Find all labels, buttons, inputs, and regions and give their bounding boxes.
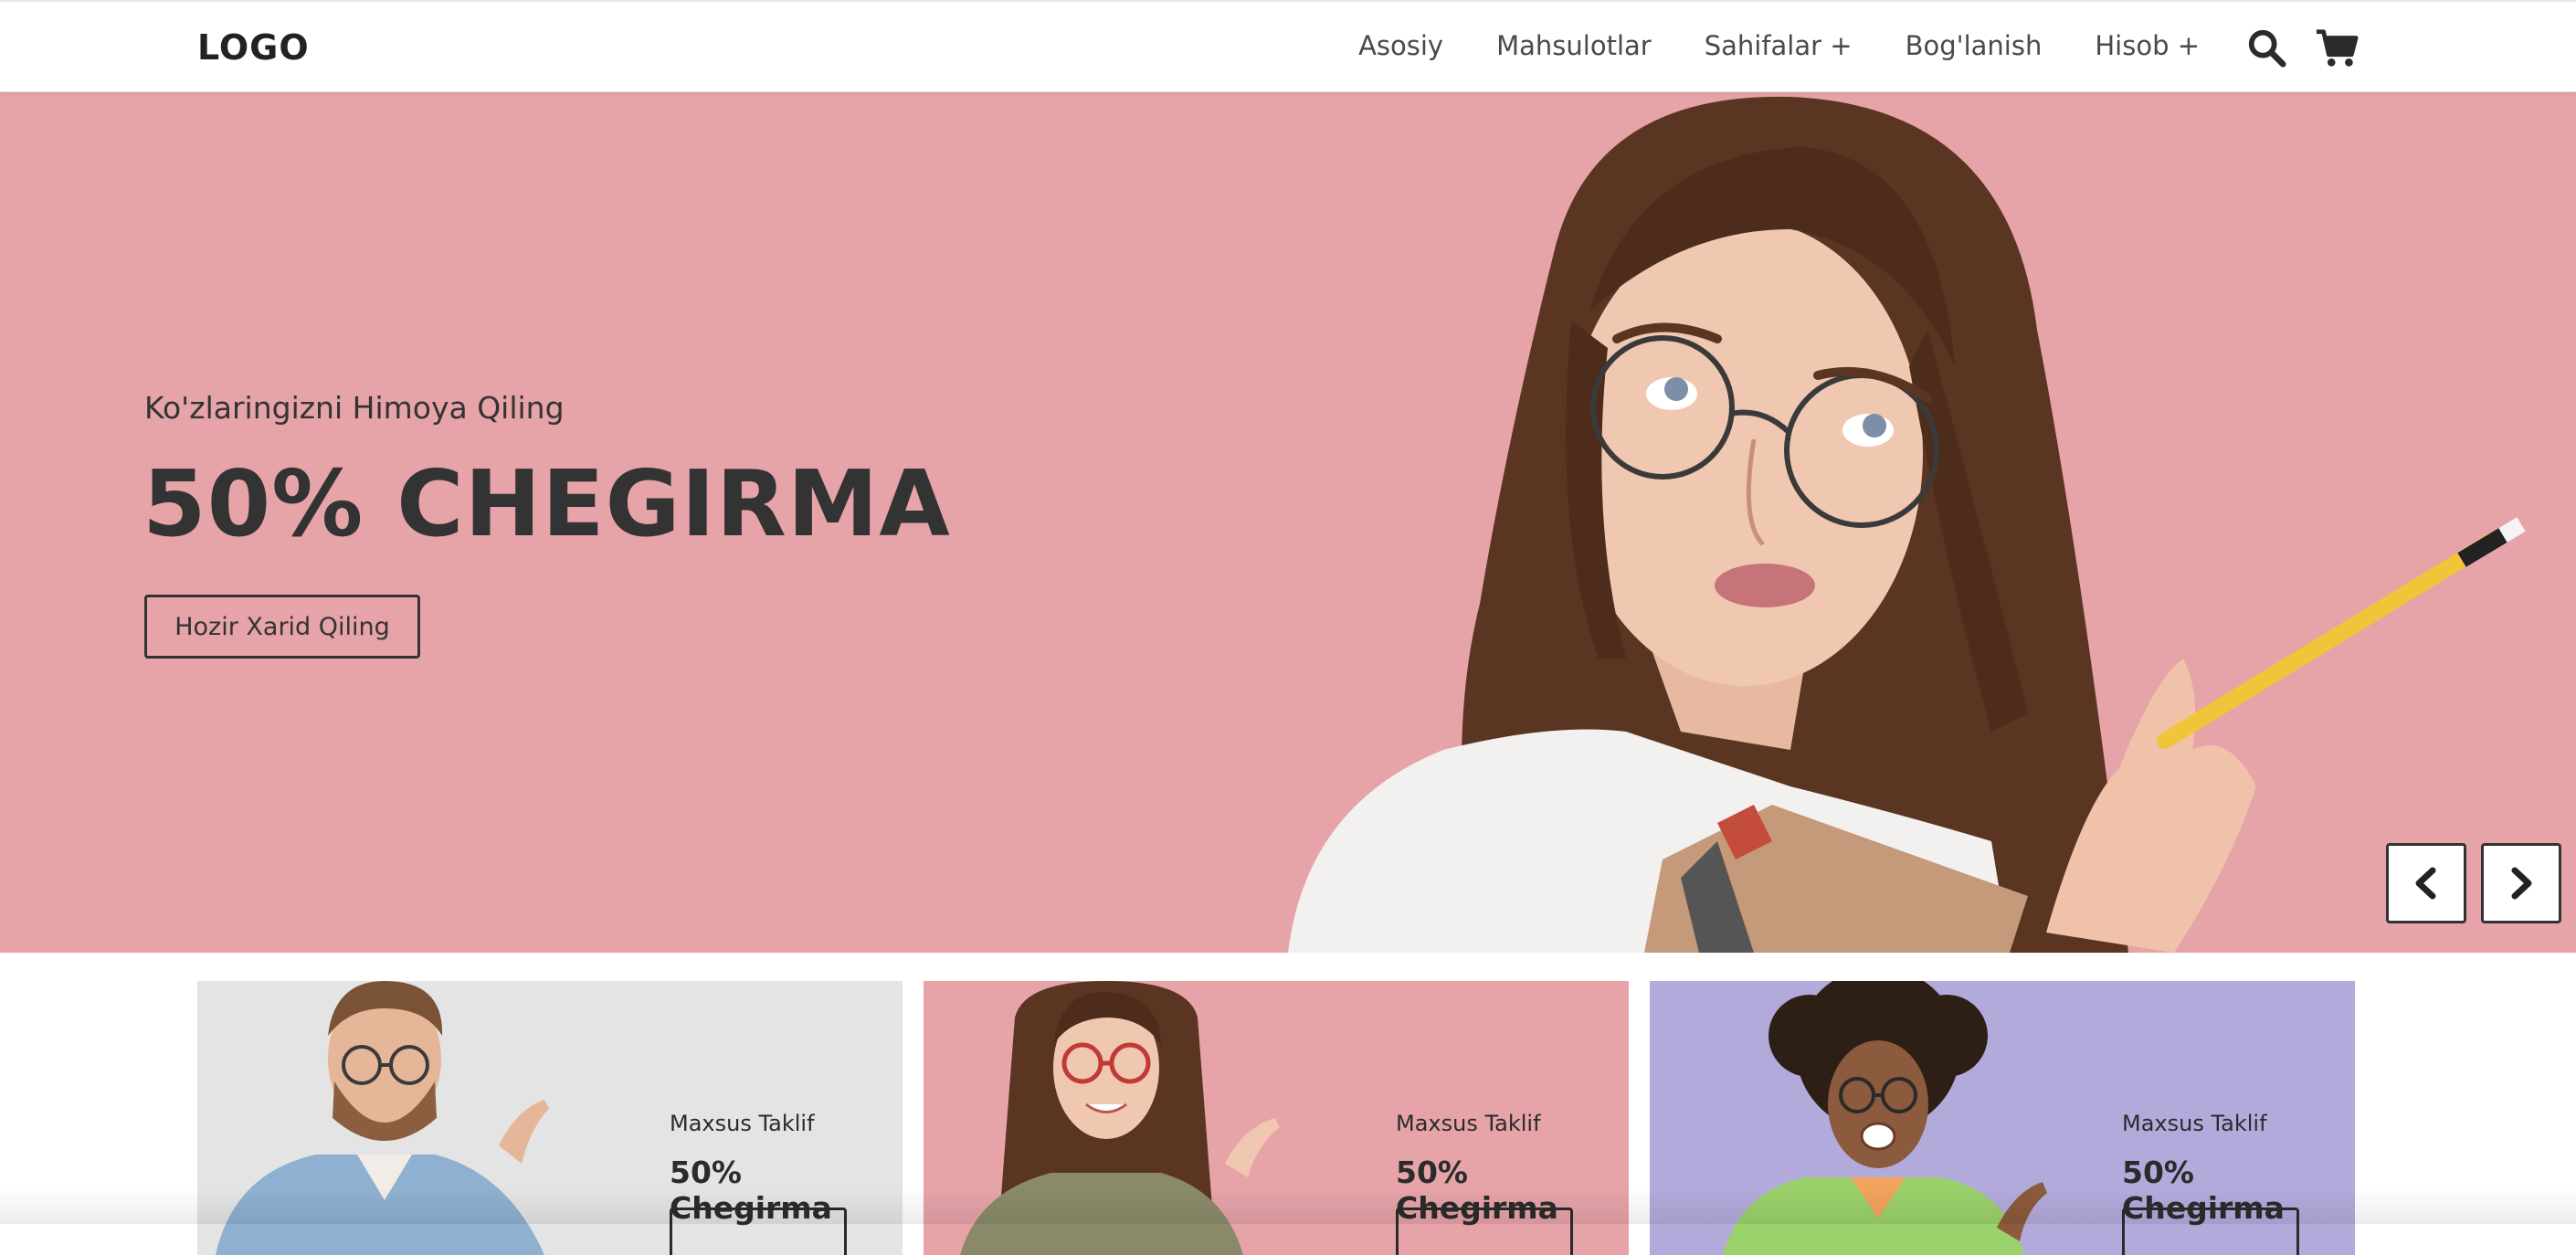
offer-card-2[interactable]: Maxsus Taklif 50% Chegirma	[924, 981, 1629, 1255]
offer-model-image	[197, 981, 618, 1255]
offer-model-image	[1650, 981, 2070, 1255]
cart-icon[interactable]	[2314, 26, 2360, 69]
search-icon[interactable]	[2245, 26, 2287, 69]
hero-subtitle: Ko'zlaringizni Himoya Qiling	[144, 390, 565, 426]
offer-model-image	[924, 981, 1344, 1255]
offer-cards: Maxsus Taklif 50% Chegirma Maxsus Taklif…	[197, 981, 2355, 1224]
nav-item-account[interactable]: Hisob +	[2095, 30, 2200, 61]
offer-button[interactable]	[1396, 1208, 1573, 1255]
offer-kicker: Maxsus Taklif	[670, 1111, 815, 1136]
nav-item-contact[interactable]: Bog'lanish	[1906, 30, 2043, 61]
offer-kicker: Maxsus Taklif	[1396, 1111, 1541, 1136]
carousel-next-button[interactable]	[2481, 843, 2561, 923]
nav-item-home[interactable]: Asosiy	[1358, 30, 1443, 61]
offer-button[interactable]	[2122, 1208, 2299, 1255]
hero-model-image	[1206, 92, 2549, 953]
carousel-prev-button[interactable]	[2386, 843, 2466, 923]
offer-button[interactable]	[670, 1208, 847, 1255]
chevron-left-icon	[2408, 865, 2444, 902]
shop-now-button[interactable]: Hozir Xarid Qiling	[144, 595, 420, 659]
offer-card-1[interactable]: Maxsus Taklif 50% Chegirma	[197, 981, 903, 1255]
main-nav: Asosiy Mahsulotlar Sahifalar + Bog'lanis…	[1358, 30, 2200, 61]
logo[interactable]: LOGO	[197, 27, 310, 68]
offer-card-3[interactable]: Maxsus Taklif 50% Chegirma	[1650, 981, 2355, 1255]
hero-banner: Ko'zlaringizni Himoya Qiling 50% CHEGIRM…	[0, 92, 2576, 953]
nav-item-pages[interactable]: Sahifalar +	[1705, 30, 1853, 61]
site-header: LOGO Asosiy Mahsulotlar Sahifalar + Bog'…	[0, 0, 2576, 92]
nav-item-products[interactable]: Mahsulotlar	[1496, 30, 1652, 61]
chevron-right-icon	[2503, 865, 2539, 902]
offer-kicker: Maxsus Taklif	[2122, 1111, 2267, 1136]
hero-title: 50% CHEGIRMA	[143, 450, 951, 557]
